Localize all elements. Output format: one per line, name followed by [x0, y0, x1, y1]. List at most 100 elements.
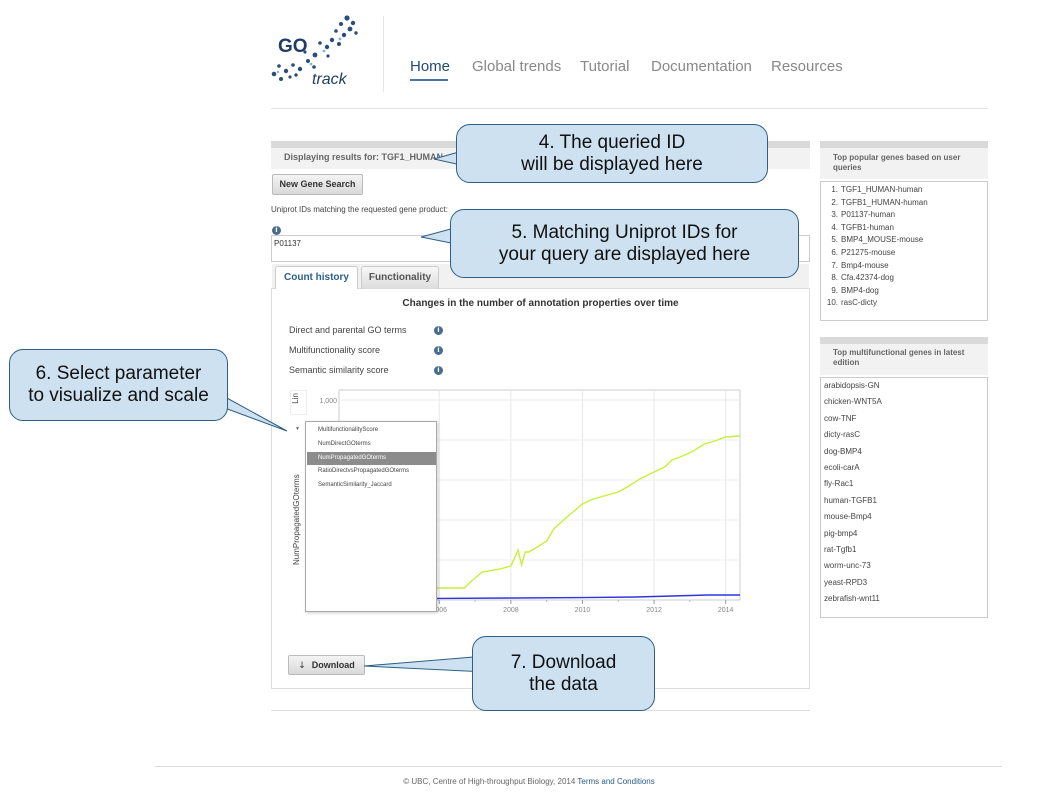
list-number: 4. [831, 222, 838, 232]
popular-gene-item[interactable]: 5. BMP4_MOUSE-mouse [824, 234, 923, 246]
popular-gene-item[interactable]: 3. P01137-human [824, 209, 895, 221]
new-gene-search-button[interactable]: New Gene Search [272, 174, 363, 195]
popular-gene-item[interactable]: 10. rasC-dicty [824, 297, 877, 309]
gene-label[interactable]: Cfa.42374-dog [841, 273, 894, 282]
list-number: 1. [831, 185, 838, 194]
tab-count-history[interactable]: Count history [275, 266, 358, 289]
header-divider [271, 108, 988, 109]
info-icon[interactable]: i [272, 226, 281, 235]
multifunctional-gene-item[interactable]: ecoli-carA [824, 463, 860, 472]
callout-text: 5. Matching Uniprot IDs for your query a… [498, 221, 751, 265]
gene-label[interactable]: TGF1_HUMAN-human [841, 185, 922, 194]
gene-label[interactable]: TGFB1_HUMAN-human [841, 198, 928, 207]
x-tick-label: 2012 [646, 607, 662, 614]
displaying-results-label: Displaying results for: TGF1_HUMAN [284, 152, 444, 162]
param-semantic-similarity-label: Semantic similarity score [289, 365, 389, 375]
popular-gene-item[interactable]: 1. TGF1_HUMAN-human [824, 184, 922, 196]
popular-gene-item[interactable]: 2. TGFB1_HUMAN-human [824, 197, 928, 209]
logo-track-text: track [312, 71, 348, 88]
multifunctional-gene-item[interactable]: dog-BMP4 [824, 447, 862, 456]
multifunctional-gene-item[interactable]: rat-Tgfb1 [824, 545, 856, 554]
logo-divider [383, 16, 384, 92]
info-icon[interactable]: i [434, 366, 443, 375]
footer-copyright: © UBC, Centre of High-throughput Biology… [403, 777, 576, 786]
param-go-terms-label: Direct and parental GO terms [289, 325, 407, 335]
nav-global-trends[interactable]: Global trends [472, 58, 561, 75]
dropdown-option-selected[interactable]: NumPropagatedGOterms [307, 452, 436, 465]
nav-active-underline [410, 79, 448, 81]
multifunctional-gene-item[interactable]: pig-bmp4 [824, 529, 857, 538]
multifunctional-gene-item[interactable]: zebrafish-wnt11 [824, 594, 880, 603]
multifunctional-gene-item[interactable]: mouse-Bmp4 [824, 512, 872, 521]
callout-queried-id: 4. The queried ID will be displayed here [456, 124, 768, 183]
gene-label[interactable]: P01137-human [841, 210, 895, 219]
multifunctional-gene-item[interactable]: fly-Rac1 [824, 479, 853, 488]
multifunctional-gene-item[interactable]: human-TGFB1 [824, 496, 877, 505]
list-number: 2. [831, 197, 838, 207]
popular-genes-list: 1. TGF1_HUMAN-human 2. TGFB1_HUMAN-human 3. P… [820, 181, 988, 321]
multifunctional-genes-list: arabidopsis-GN chicken-WNT5A cow-TNF dicty-… [820, 377, 988, 618]
logo-go-text: GO [278, 36, 308, 57]
gene-label[interactable]: BMP4-dog [841, 286, 879, 295]
nav-home[interactable]: Home [410, 58, 450, 75]
multifunctional-gene-item[interactable]: yeast-RPD3 [824, 578, 867, 587]
popular-gene-item[interactable]: 9. BMP4-dog [824, 285, 879, 297]
popular-genes-title: Top popular genes based on user queries [833, 153, 961, 172]
multifunctional-gene-item[interactable]: chicken-WNT5A [824, 397, 882, 406]
callout-matching-uniprot: 5. Matching Uniprot IDs for your query a… [450, 209, 799, 278]
list-number: 10. [826, 298, 838, 308]
scale-label[interactable]: Lin [291, 393, 305, 404]
tab-functionality[interactable]: Functionality [361, 266, 439, 289]
multifunctional-gene-item[interactable]: arabidopsis-GN [824, 381, 880, 390]
callout-select-parameter: 6. Select parameter to visualize and sca… [9, 349, 228, 421]
x-tick-label: 2014 [718, 607, 734, 614]
callout-download: 7. Download the data [472, 636, 655, 711]
popular-gene-item[interactable]: 8. Cfa.42374-dog [824, 272, 894, 284]
gotrack-logo[interactable]: GO track [270, 14, 370, 92]
info-icon[interactable]: i [434, 346, 443, 355]
list-number: 5. [831, 235, 838, 245]
download-button-label: Download [311, 660, 355, 670]
download-button[interactable]: ↓ Download [288, 655, 365, 675]
popular-panel-topbar [820, 141, 988, 148]
footer-divider [155, 766, 1002, 767]
popular-gene-item[interactable]: 7. Bmp4-mouse [824, 260, 889, 272]
gene-label[interactable]: rasC-dicty [841, 298, 877, 307]
uniprot-id-value[interactable]: P01137 [274, 239, 301, 248]
dropdown-option[interactable]: RatioDirectvsPropagatedGOterms [307, 465, 436, 478]
multifunctional-gene-item[interactable]: dicty-rasC [824, 430, 860, 439]
y-axis-ticks: 1,000 [319, 398, 337, 405]
multifunctional-gene-item[interactable]: worm-unc-73 [824, 561, 871, 570]
multifunctional-panel-topbar [820, 337, 988, 344]
gene-label[interactable]: BMP4_MOUSE-mouse [841, 235, 923, 244]
callout-text: 4. The queried ID will be displayed here [521, 131, 703, 175]
callout-text: 7. Download the data [510, 651, 617, 695]
nav-resources[interactable]: Resources [771, 58, 843, 75]
x-tick-label: 2008 [503, 607, 519, 614]
multifunctional-genes-title: Top multifunctional genes in latest edit… [833, 348, 965, 367]
list-number: 8. [831, 273, 838, 283]
y-axis-label[interactable]: NumPropagatedGOterms [292, 430, 304, 610]
dropdown-option[interactable]: MultifunctionalityScore [307, 424, 436, 437]
popular-gene-item[interactable]: 6. P21275-mouse [824, 247, 895, 259]
list-number: 3. [831, 210, 838, 220]
list-number: 7. [831, 260, 838, 270]
nav-documentation[interactable]: Documentation [651, 58, 752, 75]
parameter-dropdown[interactable]: MultifunctionalityScore NumDirectGOterms… [305, 421, 437, 612]
list-number: 9. [831, 285, 838, 295]
multifunctional-gene-item[interactable]: cow-TNF [824, 414, 856, 423]
download-arrow-icon: ↓ [298, 661, 306, 671]
dropdown-option[interactable]: NumDirectGOterms [307, 438, 436, 451]
nav-tutorial[interactable]: Tutorial [580, 58, 629, 75]
gene-label[interactable]: TGFB1-human [841, 223, 894, 232]
terms-link[interactable]: Terms and Conditions [577, 777, 654, 786]
info-icon[interactable]: i [434, 326, 443, 335]
param-multifunctionality-label: Multifunctionality score [289, 345, 381, 355]
gene-label[interactable]: Bmp4-mouse [841, 261, 889, 270]
x-tick-label: 2010 [575, 607, 591, 614]
y-tick-label: 1,000 [319, 398, 337, 405]
dropdown-option[interactable]: SemanticSimilarity_Jaccard [307, 479, 436, 492]
gene-label[interactable]: P21275-mouse [841, 248, 895, 257]
popular-gene-item[interactable]: 4. TGFB1-human [824, 222, 894, 234]
footer: © UBC, Centre of High-throughput Biology… [0, 777, 1058, 786]
